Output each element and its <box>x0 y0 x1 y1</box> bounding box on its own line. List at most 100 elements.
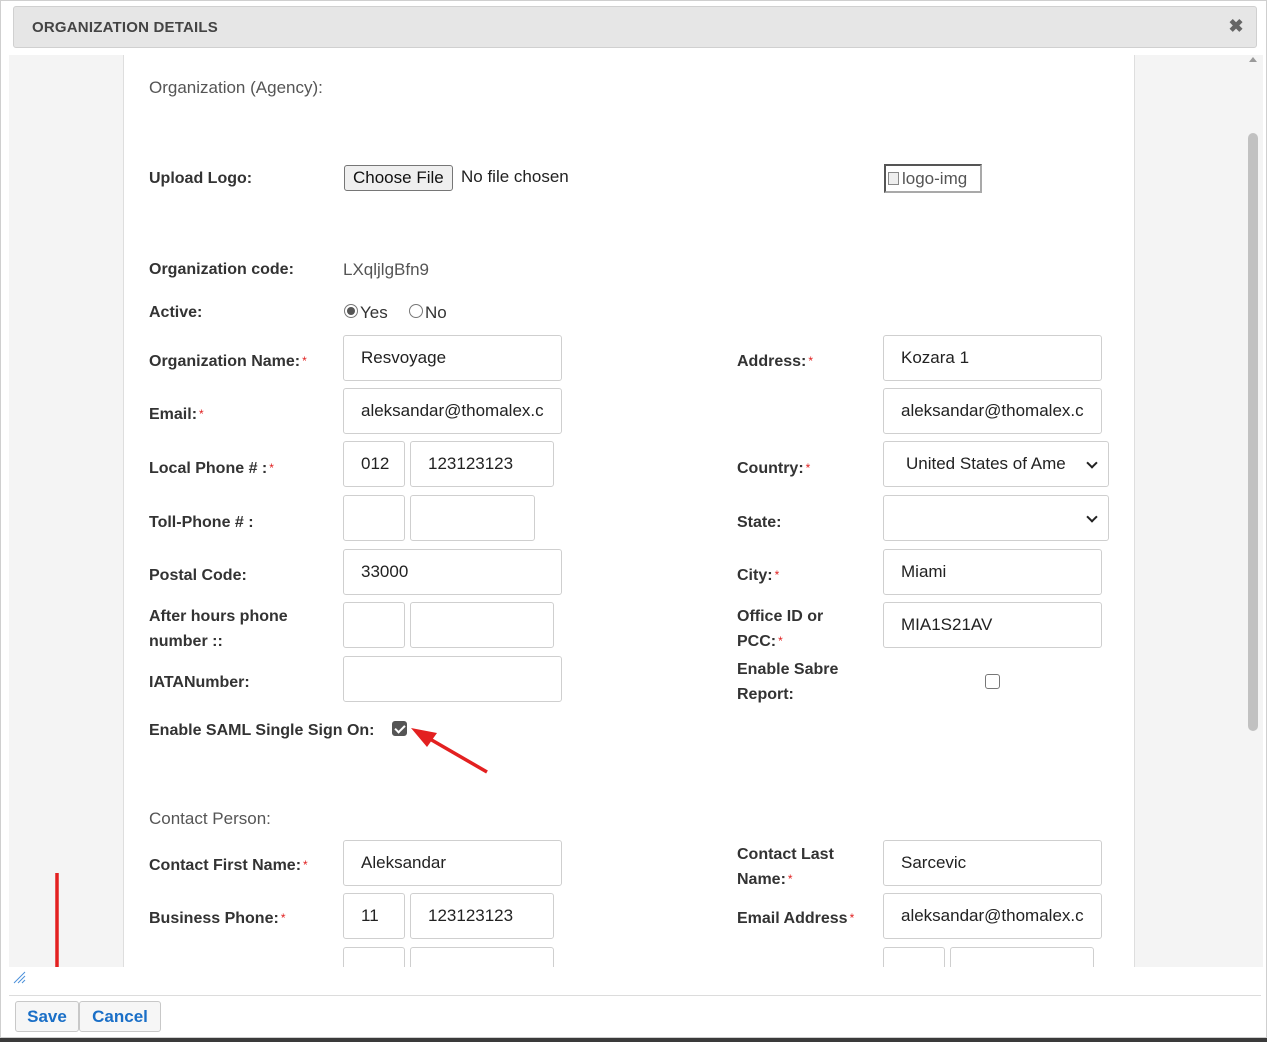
local-phone-number-input[interactable]: 123123123 <box>410 441 554 487</box>
after-hours-label-line1: After hours phone <box>149 608 288 625</box>
office-id-label-line1: Office ID or <box>737 608 824 625</box>
org-name-label: Organization Name: * <box>149 349 307 374</box>
active-label: Active: <box>149 304 203 321</box>
org-name-input[interactable]: Resvoyage <box>343 335 562 381</box>
address-line1-input[interactable]: Kozara 1 <box>883 335 1102 381</box>
choose-file-button[interactable]: Choose File <box>344 165 453 191</box>
address-label: Address: * <box>737 349 813 374</box>
required-marker: * <box>199 407 204 421</box>
contact-email-label: Email Address * <box>737 906 854 931</box>
contact-email-label-text: Email Address <box>737 910 848 927</box>
contact-last-name-input[interactable]: Sarcevic <box>883 840 1102 886</box>
organization-details-dialog: ORGANIZATION DETAILS ✖ Organization (Age… <box>0 0 1267 1038</box>
form-panel: Organization (Agency): Upload Logo: Choo… <box>123 55 1135 967</box>
contact-first-name-label-text: Contact First Name: <box>149 857 302 874</box>
logo-image: logo-img <box>884 164 982 193</box>
upload-logo-label: Upload Logo: <box>149 170 253 187</box>
required-marker: * <box>302 354 307 368</box>
business-phone-code-input[interactable]: 11 <box>343 893 405 939</box>
email-label: Email: * <box>149 402 204 427</box>
sabre-label: Enable Sabre Report: <box>737 657 838 707</box>
scrollbar-thumb[interactable] <box>1248 133 1258 731</box>
logo-image-alt: logo-img <box>902 169 968 188</box>
dialog-title: ORGANIZATION DETAILS <box>32 19 218 36</box>
country-label: Country: * <box>737 456 810 481</box>
address-line2-input[interactable]: aleksandar@thomalex.c <box>883 388 1102 434</box>
save-button[interactable]: Save <box>15 1001 79 1032</box>
active-yes-label: Yes <box>360 303 388 322</box>
resize-grip-icon[interactable] <box>12 970 26 984</box>
contact-last-name-label-line2: Name: <box>737 871 786 888</box>
business-phone-number-input[interactable]: 123123123 <box>410 893 554 939</box>
dialog-footer: Save Cancel <box>9 967 1261 1037</box>
broken-image-icon <box>888 172 899 185</box>
required-marker: * <box>787 872 793 886</box>
toll-phone-label: Toll-Phone # : <box>149 514 254 531</box>
iata-label: IATANumber: <box>149 674 250 691</box>
dialog-content[interactable]: Organization (Agency): Upload Logo: Choo… <box>9 55 1263 967</box>
email-label-text: Email: <box>149 406 198 423</box>
sabre-label-line1: Enable Sabre <box>737 661 839 678</box>
address-label-text: Address: <box>737 353 807 370</box>
next-row-number-input[interactable] <box>410 947 554 967</box>
toll-phone-code-input[interactable] <box>343 495 405 541</box>
local-phone-label-text: Local Phone # : <box>149 460 268 477</box>
office-id-input[interactable]: MIA1S21AV <box>883 602 1102 648</box>
cancel-button[interactable]: Cancel <box>79 1001 161 1032</box>
org-name-label-text: Organization Name: <box>149 353 301 370</box>
active-yes-radio[interactable] <box>344 304 358 318</box>
close-icon[interactable]: ✖ <box>1226 16 1246 36</box>
country-select[interactable]: United States of Ame <box>883 441 1109 487</box>
office-id-label: Office ID or PCC: * <box>737 604 823 654</box>
country-selected-value: United States of Ame <box>906 454 1066 473</box>
postal-code-input[interactable]: 33000 <box>343 549 562 595</box>
next-row-code-input[interactable] <box>343 947 405 967</box>
contact-last-name-label: Contact Last Name: * <box>737 842 834 892</box>
next-row-right-code-input[interactable] <box>883 947 945 967</box>
after-hours-number-input[interactable] <box>410 602 554 648</box>
after-hours-label: After hours phone number :: <box>149 604 288 654</box>
email-input[interactable]: aleksandar@thomalex.c <box>343 388 562 434</box>
saml-checkbox[interactable] <box>392 721 407 736</box>
country-label-text: Country: <box>737 460 804 477</box>
vertical-scrollbar[interactable] <box>1247 55 1259 967</box>
chevron-down-icon <box>1086 457 1098 469</box>
required-marker: * <box>778 634 783 648</box>
city-label-text: City: <box>737 567 773 584</box>
next-row-right-number-input[interactable] <box>950 947 1094 967</box>
org-code-label: Organization code: <box>149 261 294 278</box>
section-organization: Organization (Agency): <box>149 78 323 97</box>
required-marker: * <box>849 911 855 925</box>
sabre-label-line2: Report: <box>737 686 794 703</box>
section-contact: Contact Person: <box>149 809 271 828</box>
active-no-label: No <box>425 303 447 322</box>
city-label: City: * <box>737 563 779 588</box>
state-select[interactable] <box>883 495 1109 541</box>
local-phone-code-input[interactable]: 012 <box>343 441 405 487</box>
iata-input[interactable] <box>343 656 562 702</box>
dialog-titlebar: ORGANIZATION DETAILS ✖ <box>13 6 1257 48</box>
chevron-down-icon <box>1086 511 1098 523</box>
scroll-up-icon[interactable] <box>1249 57 1257 62</box>
contact-first-name-label: Contact First Name: * <box>149 853 308 878</box>
file-status-text: No file chosen <box>461 167 569 186</box>
local-phone-label: Local Phone # : * <box>149 456 274 481</box>
required-marker: * <box>805 461 811 475</box>
saml-label: Enable SAML Single Sign On: <box>149 722 375 739</box>
city-input[interactable]: Miami <box>883 549 1102 595</box>
toll-phone-number-input[interactable] <box>410 495 535 541</box>
required-marker: * <box>774 568 780 582</box>
contact-email-input[interactable]: aleksandar@thomalex.c <box>883 893 1102 939</box>
org-code-value: LXqljlgBfn9 <box>343 260 430 279</box>
after-hours-code-input[interactable] <box>343 602 405 648</box>
required-marker: * <box>280 911 286 925</box>
postal-code-label: Postal Code: <box>149 567 247 584</box>
business-phone-label-text: Business Phone: <box>149 910 279 927</box>
business-phone-label: Business Phone: * <box>149 906 285 931</box>
required-marker: * <box>808 354 814 368</box>
sabre-report-checkbox[interactable] <box>985 674 1000 689</box>
contact-first-name-input[interactable]: Aleksandar <box>343 840 562 886</box>
after-hours-label-line2: number :: <box>149 633 223 650</box>
active-no-radio[interactable] <box>409 304 423 318</box>
contact-last-name-label-line1: Contact Last <box>737 846 834 863</box>
